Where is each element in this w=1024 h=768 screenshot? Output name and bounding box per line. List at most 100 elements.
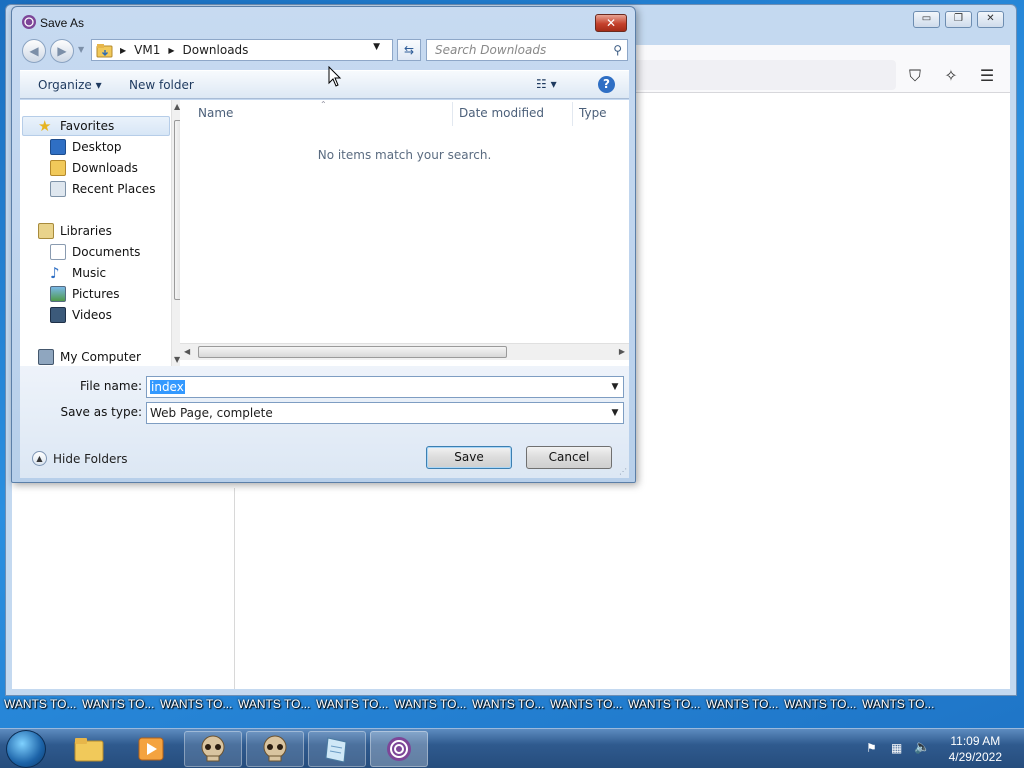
- downloads-icon: [50, 160, 66, 176]
- save-type-label: Save as type:: [60, 405, 142, 419]
- nav-favorites[interactable]: ★ Favorites: [38, 116, 114, 136]
- column-date-modified[interactable]: Date modified: [459, 106, 544, 120]
- forward-button[interactable]: ▶: [50, 39, 74, 63]
- refresh-button[interactable]: ⇆: [397, 39, 421, 61]
- address-dropdown-icon[interactable]: ▼: [373, 42, 380, 52]
- clock[interactable]: 11:09 AM 4/29/2022: [949, 733, 1002, 765]
- save-button[interactable]: Save: [426, 446, 512, 469]
- tor-icon: [387, 737, 411, 761]
- wants-strip: WANTS TO... WANTS TO... WANTS TO... WANTS T…: [0, 697, 1024, 713]
- minimize-button[interactable]: ▭: [913, 11, 940, 28]
- breadcrumb-separator[interactable]: ▶: [120, 46, 126, 55]
- scroll-right-icon[interactable]: ▶: [619, 347, 625, 356]
- nav-favorites-label: Favorites: [60, 119, 115, 133]
- nav-pictures[interactable]: Pictures: [50, 284, 120, 304]
- nav-documents[interactable]: Documents: [50, 242, 140, 262]
- shield-icon[interactable]: ⛉: [904, 65, 926, 87]
- organize-button[interactable]: Organize ▾: [38, 78, 102, 92]
- column-separator[interactable]: [452, 102, 453, 126]
- dialog-close-button[interactable]: ✕: [595, 14, 627, 32]
- volume-icon[interactable]: 🔈: [914, 740, 930, 756]
- chevron-up-icon: ▲: [32, 451, 47, 466]
- desktop-icon: [50, 139, 66, 155]
- action-center-icon[interactable]: ⚑: [866, 741, 882, 757]
- back-button[interactable]: ◀: [22, 39, 46, 63]
- magic-wand-icon[interactable]: ✧: [940, 65, 962, 87]
- wants-label: WANTS TO...: [238, 697, 311, 711]
- pictures-icon: [50, 286, 66, 302]
- save-type-select[interactable]: Web Page, complete ▼: [146, 402, 624, 424]
- wants-label: WANTS TO...: [160, 697, 233, 711]
- taskbar-app-skull-1[interactable]: [184, 731, 242, 767]
- wants-label: WANTS TO...: [706, 697, 779, 711]
- navigation-pane: ★ Favorites Desktop Downloads Recent Pla…: [20, 100, 186, 367]
- start-button[interactable]: [6, 730, 46, 768]
- recent-pages-dropdown[interactable]: ▼: [78, 45, 84, 54]
- menu-icon[interactable]: ☰: [976, 65, 998, 87]
- nav-downloads-label: Downloads: [72, 161, 138, 175]
- address-bar[interactable]: ▶ VM1 ▶ Downloads ▼: [91, 39, 393, 61]
- nav-music[interactable]: ♪ Music: [50, 263, 106, 283]
- nav-my-computer[interactable]: My Computer: [38, 347, 141, 367]
- taskbar-media-player[interactable]: [122, 731, 180, 767]
- column-type[interactable]: Type: [579, 106, 607, 120]
- search-input[interactable]: Search Downloads ⚲: [426, 39, 628, 61]
- media-player-icon: [138, 737, 164, 761]
- browser-url-bar[interactable]: [626, 60, 896, 90]
- breadcrumb-vm1[interactable]: VM1: [134, 43, 160, 57]
- wants-label: WANTS TO...: [628, 697, 701, 711]
- resize-grip[interactable]: ⋰: [619, 467, 627, 476]
- empty-message: No items match your search.: [317, 148, 492, 162]
- view-options-icon[interactable]: ☷ ▾: [536, 77, 557, 91]
- cancel-button[interactable]: Cancel: [526, 446, 612, 469]
- documents-icon: [50, 244, 66, 260]
- command-bar: Organize ▾ New folder ☷ ▾ ?: [20, 70, 629, 99]
- help-icon[interactable]: ?: [598, 76, 615, 93]
- clock-date: 4/29/2022: [948, 750, 1002, 764]
- taskbar-tor-browser[interactable]: [370, 731, 428, 767]
- window-close-button[interactable]: ✕: [977, 11, 1004, 28]
- computer-icon: [38, 349, 54, 365]
- scroll-left-icon[interactable]: ◀: [184, 347, 190, 356]
- nav-desktop[interactable]: Desktop: [50, 137, 122, 157]
- wants-label: WANTS TO...: [550, 697, 623, 711]
- horizontal-scroll-thumb[interactable]: [198, 346, 507, 358]
- clock-time: 11:09 AM: [950, 734, 1001, 748]
- wants-label: WANTS TO...: [82, 697, 155, 711]
- wants-label: WANTS TO...: [316, 697, 389, 711]
- file-list-scrollbar[interactable]: ◀ ▶: [180, 343, 629, 360]
- search-placeholder: Search Downloads: [435, 43, 547, 57]
- column-name[interactable]: Name: [198, 106, 233, 120]
- column-separator[interactable]: [572, 102, 573, 126]
- nav-music-label: Music: [72, 266, 107, 280]
- breadcrumb-separator[interactable]: ▶: [168, 46, 174, 55]
- music-icon: ♪: [50, 264, 60, 282]
- nav-recent-places-label: Recent Places: [72, 182, 156, 196]
- nav-documents-label: Documents: [72, 245, 141, 259]
- file-name-input[interactable]: index ▼: [146, 376, 624, 398]
- skull-icon: [263, 735, 287, 762]
- restore-button[interactable]: ❐: [945, 11, 972, 28]
- tor-icon: [22, 15, 36, 29]
- nav-recent-places[interactable]: Recent Places: [50, 179, 155, 199]
- nav-libraries[interactable]: Libraries: [38, 221, 112, 241]
- nav-videos[interactable]: Videos: [50, 305, 112, 325]
- file-name-dropdown-icon[interactable]: ▼: [607, 377, 623, 397]
- network-icon[interactable]: ▦: [891, 741, 907, 757]
- taskbar-app-skull-2[interactable]: [246, 731, 304, 767]
- nav-pictures-label: Pictures: [72, 287, 120, 301]
- save-type-value: Web Page, complete: [150, 406, 273, 420]
- wants-label: WANTS TO...: [784, 697, 857, 711]
- nav-libraries-label: Libraries: [60, 224, 112, 238]
- taskbar: ⚑ ▦ 🔈 11:09 AM 4/29/2022: [0, 728, 1024, 768]
- hide-folders-button[interactable]: ▲ Hide Folders: [32, 451, 128, 466]
- save-type-dropdown-icon[interactable]: ▼: [607, 403, 623, 423]
- breadcrumb-downloads[interactable]: Downloads: [183, 43, 249, 57]
- nav-downloads[interactable]: Downloads: [50, 158, 138, 178]
- wants-label: WANTS TO...: [394, 697, 467, 711]
- notepad-icon: [325, 737, 347, 763]
- new-folder-button[interactable]: New folder: [129, 78, 194, 92]
- wants-label: WANTS TO...: [862, 697, 935, 711]
- taskbar-notepad[interactable]: [308, 731, 366, 767]
- taskbar-explorer[interactable]: [60, 731, 118, 767]
